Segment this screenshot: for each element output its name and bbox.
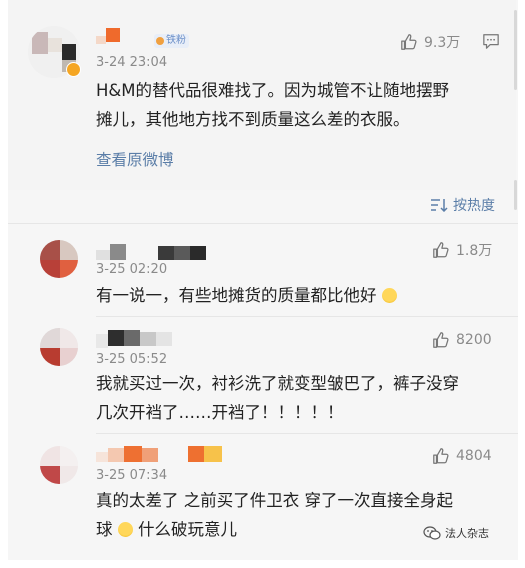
sort-icon bbox=[431, 199, 448, 212]
comment-time: 3-25 02:20 bbox=[96, 262, 168, 277]
thumbs-up-icon bbox=[401, 34, 417, 50]
comment-like-button[interactable]: 1.8万 bbox=[432, 240, 492, 260]
comment-text-line-2: 几次开裆了……开裆了！！！！！ bbox=[96, 403, 344, 422]
watermark-text: 法人杂志 bbox=[445, 527, 489, 540]
comment-text-line-1: 我就买过一次，衬衫洗了就变型皱巴了，裤子没穿 bbox=[96, 374, 459, 393]
comment-time: 3-25 05:52 bbox=[96, 352, 168, 367]
post-comment-button[interactable] bbox=[482, 33, 500, 54]
comment-author-name[interactable] bbox=[96, 330, 186, 348]
post-text-line-1: H&M的替代品很难找了。因为城管不让随地摆野 bbox=[96, 81, 450, 100]
scrollbar-thumb[interactable] bbox=[514, 10, 517, 90]
wechat-icon bbox=[423, 526, 441, 540]
comment-like-count: 1.8万 bbox=[456, 243, 493, 259]
verified-badge-icon bbox=[66, 62, 81, 77]
comment-time: 3-25 07:34 bbox=[96, 468, 168, 483]
thumbs-up-icon bbox=[433, 448, 449, 464]
post-author-name[interactable] bbox=[96, 28, 130, 44]
comment-text-part-a: 球 bbox=[96, 520, 113, 539]
comment-text-part-b: 什么破玩意儿 bbox=[138, 520, 237, 539]
scrollbar-thumb[interactable] bbox=[514, 180, 517, 210]
post-time: 3-24 23:04 bbox=[96, 55, 168, 70]
fan-badge-label: 铁粉 bbox=[166, 35, 186, 46]
comment-author-name[interactable] bbox=[96, 244, 216, 262]
fan-badge: 铁粉 bbox=[154, 34, 189, 48]
comment-avatar[interactable] bbox=[40, 240, 78, 278]
divider bbox=[96, 433, 518, 434]
view-original-link[interactable]: 查看原微博 bbox=[96, 148, 174, 170]
comment-like-count: 8200 bbox=[456, 332, 492, 348]
comment-text-line-1: 真的太差了 之前买了件卫衣 穿了一次直接全身起 bbox=[96, 491, 453, 510]
thumbs-up-icon bbox=[433, 332, 449, 348]
post-text-line-2: 摊儿，其他地方找不到质量这么差的衣服。 bbox=[96, 110, 410, 129]
comment-like-button[interactable]: 4804 bbox=[432, 447, 492, 465]
post-like-button[interactable]: 9.3万 bbox=[400, 32, 460, 52]
comment-icon bbox=[483, 34, 499, 49]
post-like-count: 9.3万 bbox=[424, 35, 461, 51]
sort-by-heat-button[interactable]: 按热度 bbox=[430, 195, 495, 215]
comment-like-button[interactable]: 8200 bbox=[432, 331, 492, 349]
comment-text: 有一说一，有些地摊货的质量都比他好 bbox=[96, 281, 397, 310]
divider bbox=[96, 316, 518, 317]
fan-badge-icon bbox=[156, 37, 164, 45]
comment-text-line-2: 球 什么破玩意儿 bbox=[96, 515, 237, 544]
comment-text-content: 有一说一，有些地摊货的质量都比他好 bbox=[96, 286, 377, 305]
thumbs-up-icon bbox=[433, 242, 449, 258]
sort-label: 按热度 bbox=[453, 198, 495, 214]
grimace-emoji-icon bbox=[117, 522, 133, 537]
comment-avatar[interactable] bbox=[40, 446, 78, 484]
divider bbox=[8, 223, 518, 224]
comment-like-count: 4804 bbox=[456, 448, 492, 464]
laughing-tears-emoji-icon bbox=[381, 288, 397, 303]
comment-avatar[interactable] bbox=[40, 328, 78, 366]
watermark: 法人杂志 bbox=[423, 525, 489, 541]
comment-author-name[interactable] bbox=[96, 446, 236, 464]
